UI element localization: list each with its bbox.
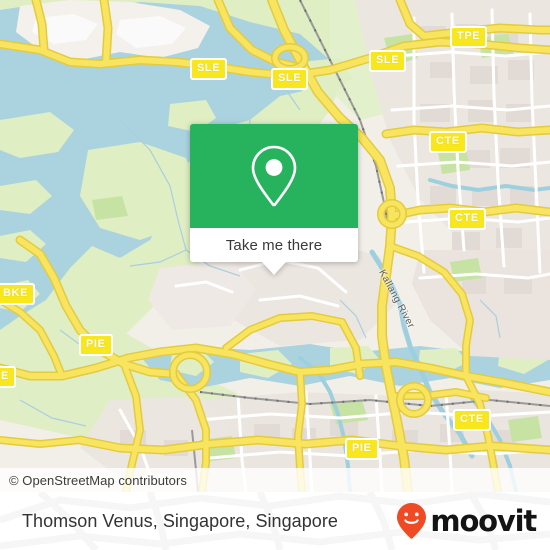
road-shield: SLE [271, 68, 309, 90]
footer-content: Thomson Venus, Singapore, Singapore moov… [0, 492, 550, 550]
road-shield: CTE [448, 208, 486, 230]
moovit-location-card: SLE SLE SLE TPE CTE CTE BKE PIE E PIE CT… [0, 0, 550, 550]
road-shield: E [0, 366, 16, 388]
location-callout[interactable]: Take me there [190, 124, 358, 275]
callout-action-area[interactable]: Take me there [190, 228, 358, 262]
callout-marker-area [190, 124, 358, 228]
road-shield: PIE [79, 334, 113, 356]
moovit-brand[interactable]: moovit [395, 502, 537, 540]
road-shield: SLE [369, 50, 407, 72]
road-shield: CTE [453, 409, 491, 431]
moovit-smiley-pin-icon [397, 503, 427, 539]
moovit-wordmark: moovit [430, 503, 537, 538]
callout-pointer [262, 262, 286, 275]
footer-bar: Thomson Venus, Singapore, Singapore moov… [0, 492, 550, 550]
road-shield: BKE [0, 283, 36, 305]
osm-attribution-text: © OpenStreetMap contributors [9, 472, 187, 488]
road-shield: PIE [345, 438, 379, 460]
road-shield: SLE [190, 58, 228, 80]
map-attribution-bar: © OpenStreetMap contributors [0, 468, 550, 492]
take-me-there-label: Take me there [225, 236, 323, 254]
location-pin-icon [251, 145, 297, 207]
map-canvas[interactable]: SLE SLE SLE TPE CTE CTE BKE PIE E PIE CT… [0, 0, 550, 492]
road-shield: TPE [450, 26, 488, 48]
place-title: Thomson Venus, Singapore, Singapore [22, 510, 338, 531]
road-shield: CTE [429, 131, 467, 153]
